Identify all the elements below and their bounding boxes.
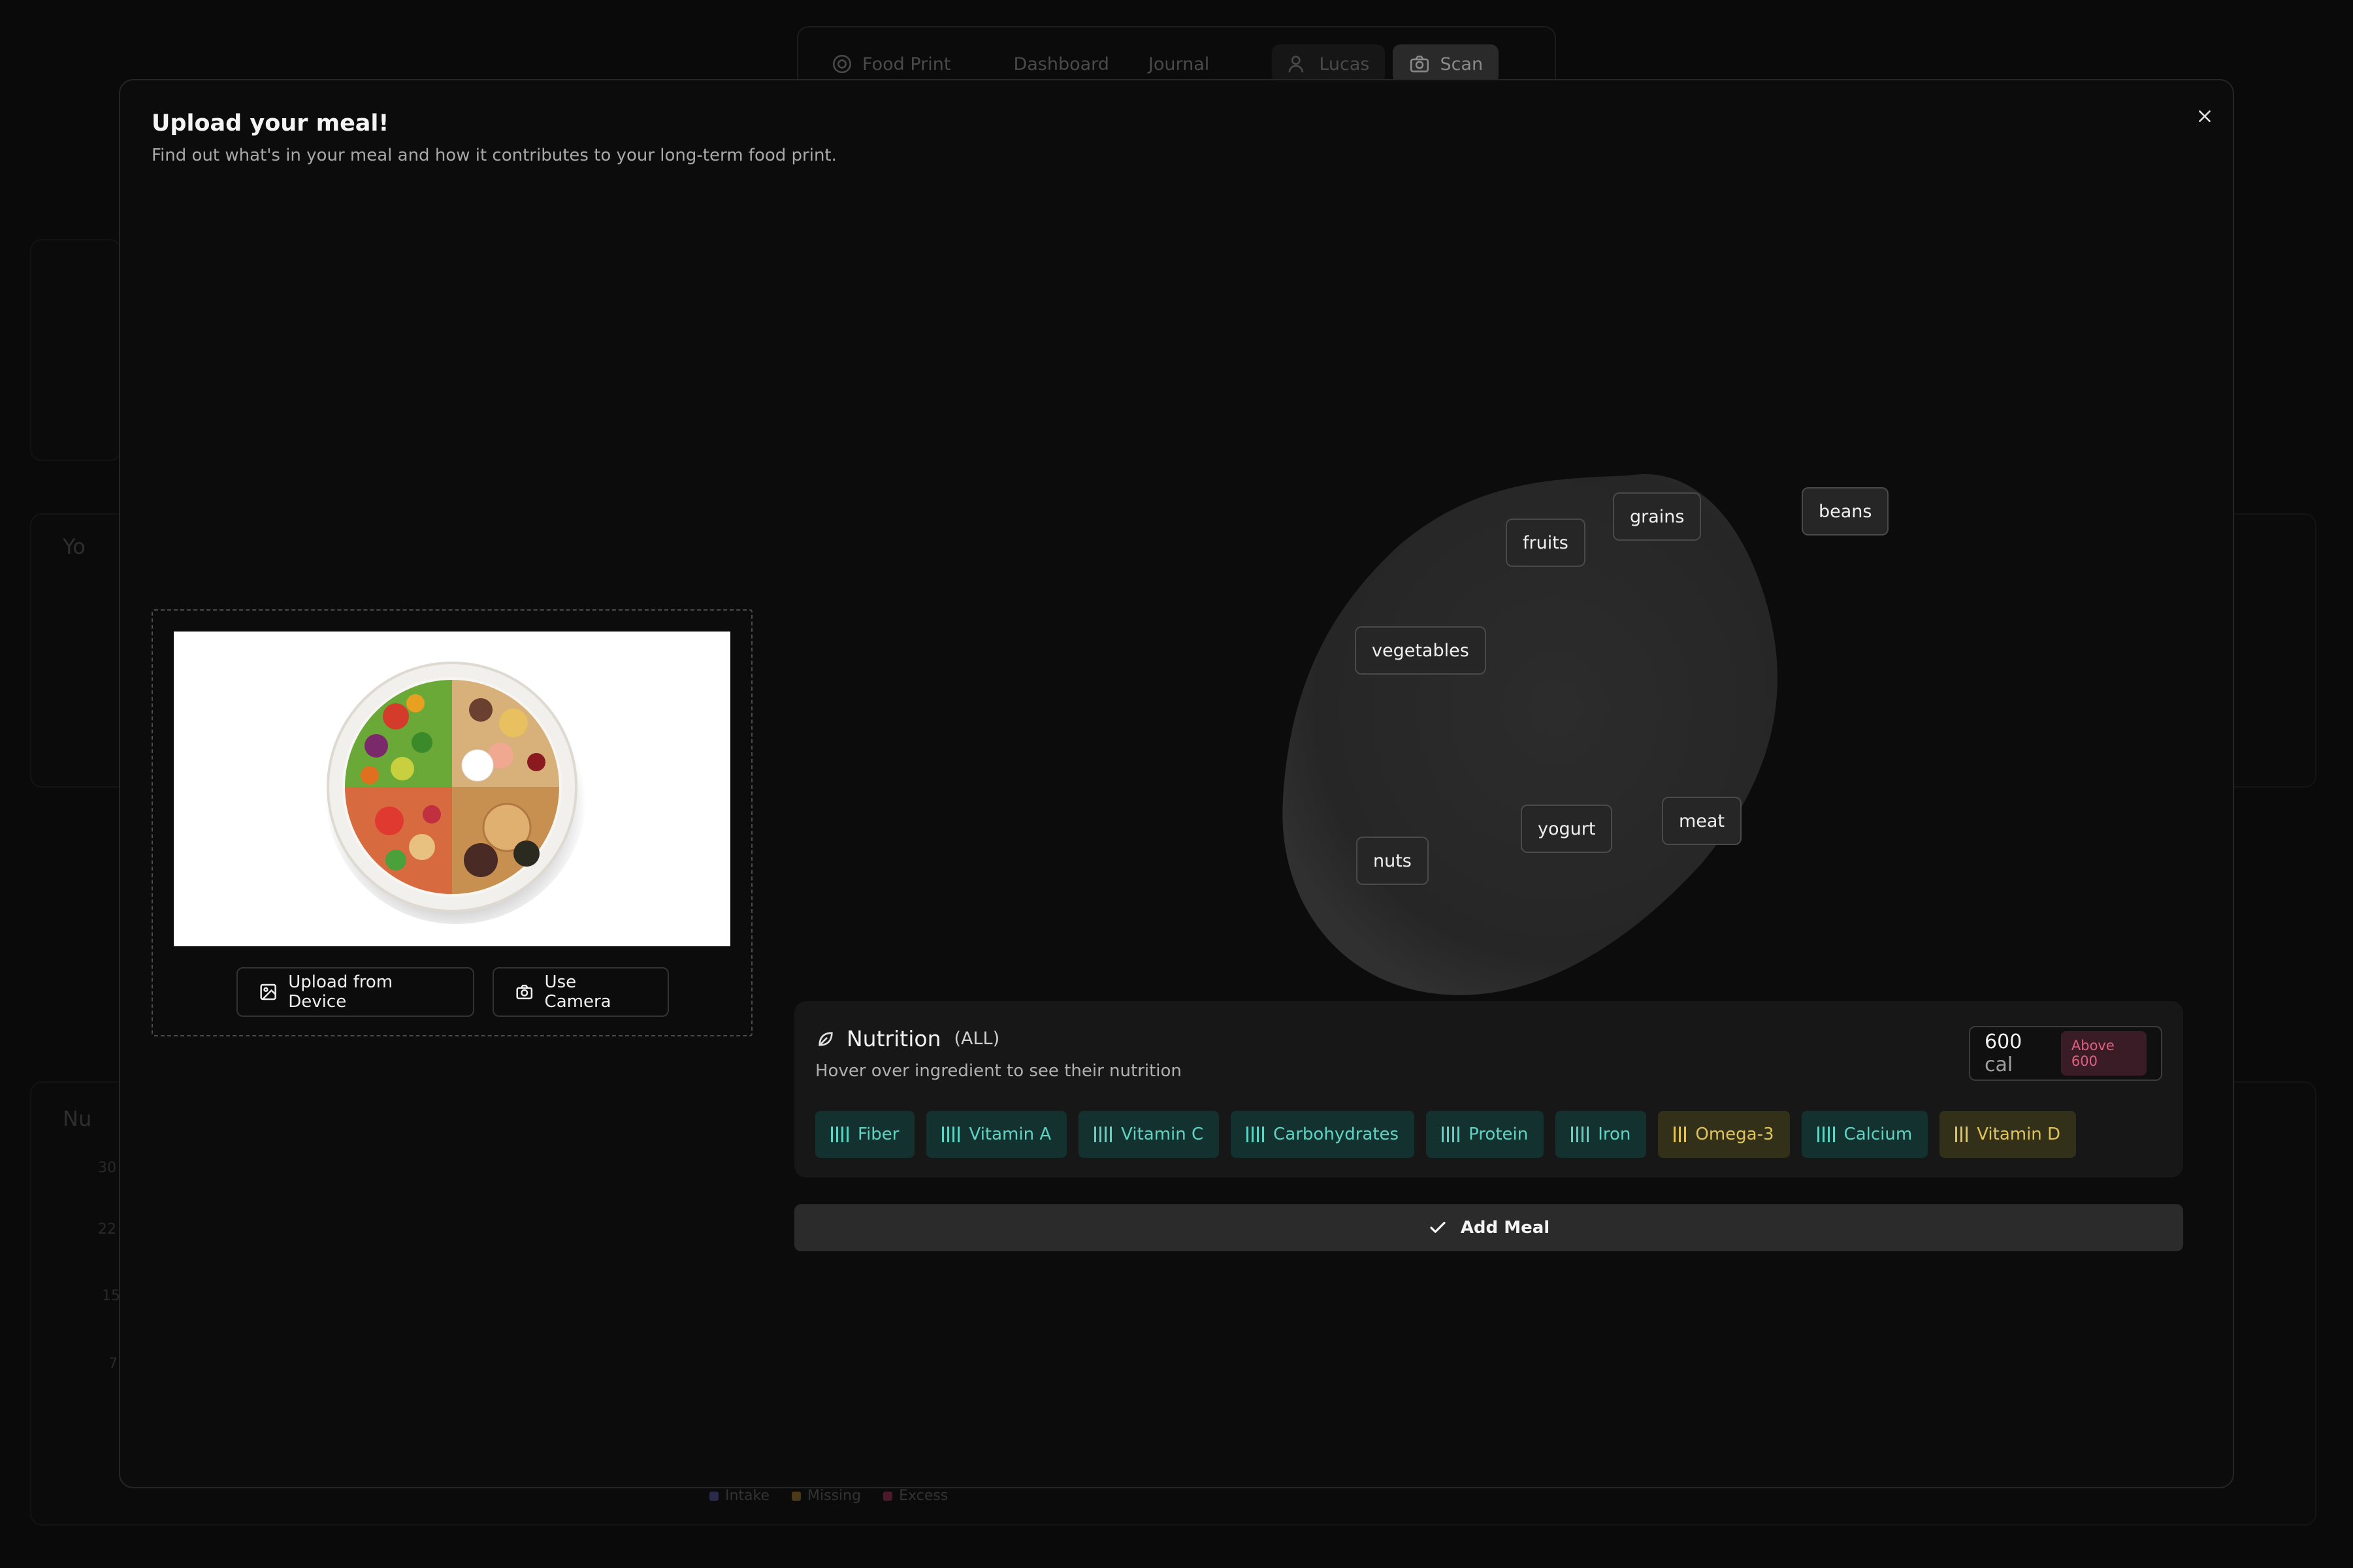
nutrient-tag-iron[interactable]: Iron xyxy=(1555,1111,1647,1158)
upload-from-device-button[interactable]: Upload from Device xyxy=(236,967,474,1017)
background-section-your: Yo xyxy=(63,534,86,559)
nutrient-tag-label: Iron xyxy=(1598,1125,1631,1144)
nutrient-tag-label: Fiber xyxy=(858,1125,900,1144)
nutrient-tag-label: Carbohydrates xyxy=(1273,1125,1399,1144)
nutrition-filter[interactable]: (ALL) xyxy=(954,1029,1000,1049)
calories-status-badge: Above 600 xyxy=(2060,1031,2147,1076)
bars-icon xyxy=(1817,1126,1835,1143)
food-print-logo-icon xyxy=(832,54,852,74)
meal-photo-preview xyxy=(174,632,730,946)
calories-value: 600 xyxy=(1985,1031,2022,1053)
upload-from-device-label: Upload from Device xyxy=(288,972,393,1012)
close-button[interactable] xyxy=(2188,100,2221,133)
nav-user[interactable]: Lucas xyxy=(1272,44,1386,84)
modal-subtitle: Find out what's in your meal and how it … xyxy=(152,146,837,165)
bars-icon xyxy=(1955,1126,1968,1143)
camera-icon xyxy=(516,984,533,1000)
nutrition-hint: Hover over ingredient to see their nutri… xyxy=(815,1061,1182,1081)
camera-icon xyxy=(1410,56,1429,72)
nav-brand-label: Food Print xyxy=(862,54,951,74)
ingredient-chip-fruits[interactable]: fruits xyxy=(1506,519,1585,567)
nutrient-tag-calcium[interactable]: Calcium xyxy=(1801,1111,1928,1158)
nav-dashboard[interactable]: Dashboard xyxy=(998,44,1124,84)
bars-icon xyxy=(1674,1126,1687,1143)
use-camera-label: Use Camera xyxy=(544,972,611,1012)
legend-item: Excess xyxy=(883,1488,948,1504)
ingredient-chip-vegetables[interactable]: vegetables xyxy=(1355,626,1486,675)
axis-tick: 7 xyxy=(108,1356,118,1372)
nutrient-tag-carbohydrates[interactable]: Carbohydrates xyxy=(1231,1111,1415,1158)
calories-readout: 600 cal xyxy=(1985,1031,2045,1076)
add-meal-button[interactable]: Add Meal xyxy=(794,1204,2183,1251)
legend-item: Intake xyxy=(709,1488,770,1504)
ingredient-chip-nuts[interactable]: nuts xyxy=(1356,837,1429,885)
nutrient-tag-fiber[interactable]: Fiber xyxy=(815,1111,915,1158)
modal-title: Upload your meal! xyxy=(152,110,389,136)
nav-journal[interactable]: Journal xyxy=(1133,44,1225,84)
bars-icon xyxy=(1571,1126,1589,1143)
nutrient-tag-label: Vitamin A xyxy=(969,1125,1052,1144)
nutrient-tag-label: Calcium xyxy=(1843,1125,1913,1144)
nutrient-tag-vitamin-a[interactable]: Vitamin A xyxy=(926,1111,1067,1158)
legend-item: Missing xyxy=(792,1488,861,1504)
nav-brand[interactable]: Food Print xyxy=(815,44,966,84)
upload-meal-modal: Upload your meal! Find out what's in you… xyxy=(119,79,2234,1488)
axis-tick: 15 xyxy=(102,1288,120,1304)
bars-icon xyxy=(1094,1126,1112,1143)
nutrient-tag-protein[interactable]: Protein xyxy=(1426,1111,1544,1158)
nutrition-title: Nutrition xyxy=(847,1026,941,1051)
nutrient-tag-label: Protein xyxy=(1469,1125,1529,1144)
image-upload-icon xyxy=(260,984,276,1000)
nav-scan[interactable]: Scan xyxy=(1393,44,1499,84)
ingredient-blob-area: fruits grains beans vegetables yogurt me… xyxy=(1231,394,1917,1014)
meal-plate-image xyxy=(325,662,587,924)
nutrient-tag-label: Vitamin C xyxy=(1121,1125,1204,1144)
user-icon xyxy=(1288,56,1304,72)
nutrition-header: Nutrition (ALL) xyxy=(815,1026,999,1051)
nutrient-tag-list: Fiber Vitamin A Vitamin C Carbohydrates … xyxy=(815,1111,2077,1158)
nutrition-card: Nutrition (ALL) Hover over ingredient to… xyxy=(794,1001,2183,1177)
axis-tick: 30 xyxy=(98,1160,116,1176)
check-icon xyxy=(1430,1221,1446,1233)
bars-icon xyxy=(1442,1126,1460,1143)
calories-display: 600 cal Above 600 xyxy=(1969,1026,2162,1081)
background-section-nutrition: Nu xyxy=(63,1106,92,1131)
bars-icon xyxy=(1246,1126,1265,1143)
upload-dropzone[interactable]: Upload from Device Use Camera xyxy=(152,609,753,1036)
use-camera-button[interactable]: Use Camera xyxy=(493,967,669,1017)
nav-scan-label: Scan xyxy=(1440,54,1484,74)
add-meal-label: Add Meal xyxy=(1460,1218,1550,1238)
leaf-icon xyxy=(819,1031,833,1046)
background-card xyxy=(30,239,122,461)
ingredient-chip-meat[interactable]: meat xyxy=(1662,797,1742,845)
nutrient-tag-vitamin-d[interactable]: Vitamin D xyxy=(1939,1111,2077,1158)
bars-icon xyxy=(831,1126,849,1143)
close-icon xyxy=(2199,110,2211,122)
ingredient-chip-yogurt[interactable]: yogurt xyxy=(1521,805,1613,853)
calories-unit: cal xyxy=(1985,1053,2013,1076)
nutrient-tag-vitamin-c[interactable]: Vitamin C xyxy=(1079,1111,1220,1158)
ingredient-chip-grains[interactable]: grains xyxy=(1613,492,1702,541)
chart-legend: Intake Missing Excess xyxy=(709,1488,948,1504)
ingredient-chip-beans[interactable]: beans xyxy=(1802,487,1889,536)
bars-icon xyxy=(942,1126,960,1143)
nutrient-tag-label: Vitamin D xyxy=(1977,1125,2061,1144)
nav-user-label: Lucas xyxy=(1319,54,1370,74)
nutrient-tag-label: Omega-3 xyxy=(1695,1125,1774,1144)
axis-tick: 22 xyxy=(98,1221,116,1238)
nutrient-tag-omega-3[interactable]: Omega-3 xyxy=(1658,1111,1790,1158)
